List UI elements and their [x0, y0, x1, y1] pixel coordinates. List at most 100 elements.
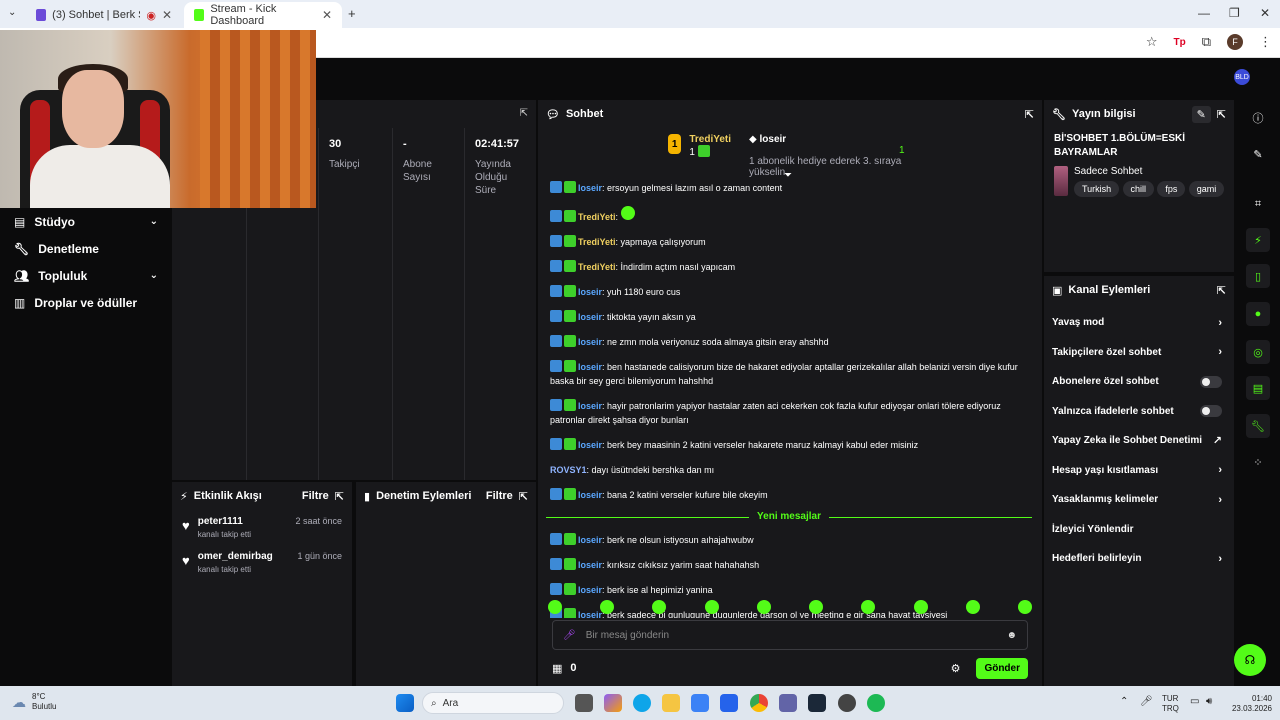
popout-icon[interactable]: ⇱ — [520, 108, 528, 119]
sidebar-item-community[interactable]: 👥︎ Topluluk ⌄ — [0, 262, 172, 289]
chat-username[interactable]: loseir — [578, 490, 602, 500]
sidebar-item-studio[interactable]: ▤ Stüdyo ⌄ — [0, 208, 172, 235]
close-window-icon[interactable]: ✕ — [1260, 6, 1270, 20]
shapes-icon[interactable]: ⁘ — [1246, 450, 1270, 474]
chat-input[interactable]: 🎤︎ Bir mesaj gönderin ☻ — [552, 620, 1028, 650]
send-button[interactable]: Gönder — [976, 657, 1028, 679]
channel-action-item[interactable]: Yavaş mod › — [1044, 308, 1234, 338]
emote-icon[interactable] — [756, 600, 771, 614]
spotify-icon[interactable] — [867, 694, 885, 712]
weather-widget[interactable]: ☁ 8°C Bulutlu — [12, 692, 56, 712]
chrome-icon[interactable] — [750, 694, 768, 712]
volume-icon[interactable]: 🔊︎ — [1206, 696, 1212, 707]
copilot-icon[interactable] — [604, 694, 622, 712]
tab-list-icon[interactable]: ⌄ — [8, 7, 16, 18]
language-indicator[interactable]: TUR TRQ — [1162, 694, 1179, 714]
clock[interactable]: 01:40 23.03.2026 — [1228, 694, 1272, 714]
tag-pill[interactable]: Turkish — [1074, 181, 1120, 197]
store-icon[interactable]: ▦ — [552, 662, 562, 675]
menu-kebab-icon[interactable]: ⋮ — [1259, 34, 1272, 50]
channel-action-item[interactable]: Yasaklanmış kelimeler › — [1044, 485, 1234, 515]
tag-pill[interactable]: gami — [1188, 181, 1224, 197]
chat-username[interactable]: loseir — [578, 312, 602, 322]
broadcast-icon[interactable]: ◎ — [1246, 340, 1270, 364]
chat-username[interactable]: loseir — [578, 287, 602, 297]
mail-icon[interactable] — [720, 694, 738, 712]
obs-icon[interactable] — [838, 694, 856, 712]
file-explorer-icon[interactable] — [662, 694, 680, 712]
category-name[interactable]: Sadece Sohbet — [1074, 166, 1224, 177]
close-tab-icon[interactable]: ✕ — [162, 8, 172, 22]
network-icon[interactable]: ▭ — [1190, 696, 1199, 707]
chat-username[interactable]: TrediYeti — [578, 262, 616, 272]
crop-icon[interactable]: ⌗ — [1246, 192, 1270, 216]
emoji-icon[interactable]: ☻ — [1006, 630, 1017, 641]
tools-icon[interactable]: ▤ — [1246, 376, 1270, 400]
toggle-switch[interactable] — [1200, 405, 1222, 418]
channel-action-item[interactable]: Takipçilere özel sohbet › — [1044, 338, 1234, 368]
popout-icon[interactable]: ⇱ — [1217, 108, 1226, 121]
leader-user[interactable]: loseir — [760, 134, 787, 145]
store-icon[interactable] — [691, 694, 709, 712]
emote-icon[interactable] — [652, 600, 667, 614]
channel-action-item[interactable]: İzleyici Yönlendir — [1044, 515, 1234, 545]
microphone-icon[interactable]: 🎤︎ — [1140, 696, 1153, 707]
activity-user[interactable]: omer_demirbag — [198, 551, 273, 562]
task-view-icon[interactable] — [575, 694, 593, 712]
microphone-icon[interactable]: 🎤︎ — [563, 630, 576, 641]
filter-button[interactable]: Filtre — [302, 490, 329, 502]
document-icon[interactable]: ▯ — [1246, 264, 1270, 288]
channel-action-item[interactable]: Yalnızca ifadelerle sohbet — [1044, 397, 1234, 427]
channel-action-item[interactable]: Yapay Zeka ile Sohbet Denetimi ↗ — [1044, 426, 1234, 456]
chat-username[interactable]: loseir — [578, 337, 602, 347]
popout-icon[interactable]: ⇱ — [519, 490, 528, 503]
category-thumbnail[interactable] — [1054, 166, 1068, 196]
extensions-icon[interactable]: ⧉ — [1202, 34, 1211, 50]
edge-icon[interactable] — [633, 694, 651, 712]
chat-username[interactable]: loseir — [578, 535, 602, 545]
emote-icon[interactable] — [548, 600, 562, 614]
maximize-icon[interactable]: ❐ — [1229, 6, 1240, 20]
profile-avatar[interactable]: F — [1227, 34, 1243, 50]
extension-tp-icon[interactable]: Tp — [1173, 37, 1185, 48]
chat-username[interactable]: ROVSY1 — [550, 465, 587, 475]
channel-action-item[interactable]: Abonelere özel sohbet — [1044, 367, 1234, 397]
emote-icon[interactable] — [704, 600, 719, 614]
chat-username[interactable]: loseir — [578, 183, 602, 193]
emote-icon[interactable] — [965, 600, 980, 614]
sidebar-item-moderation[interactable]: 🔧︎ Denetleme — [0, 235, 172, 262]
info-icon[interactable]: ⓘ — [1246, 106, 1270, 130]
support-headset-icon[interactable]: ☊ — [1234, 644, 1266, 676]
channel-action-item[interactable]: Hedefleri belirleyin › — [1044, 544, 1234, 574]
chat-username[interactable]: TrediYeti — [578, 237, 616, 247]
tab-kick-chat[interactable]: (3) Sohbet | Berk Sezer, era... ◉ ✕ — [26, 2, 182, 28]
emote-icon[interactable] — [861, 600, 876, 614]
teams-icon[interactable] — [779, 694, 797, 712]
minimize-icon[interactable]: — — [1198, 6, 1210, 20]
chat-bubble-icon[interactable]: ● — [1246, 302, 1270, 326]
close-tab-icon[interactable]: ✕ — [322, 8, 332, 22]
emote-icon[interactable] — [913, 600, 928, 614]
activity-user[interactable]: peter1111 — [198, 516, 251, 527]
edit-pencil-icon[interactable]: ✎ — [1191, 105, 1211, 123]
user-avatar[interactable]: BLD — [1234, 69, 1250, 85]
popout-icon[interactable]: ⇱ — [1025, 108, 1034, 121]
settings-gear-icon[interactable]: ⚙ — [951, 662, 961, 675]
tag-pill[interactable]: fps — [1157, 181, 1186, 197]
leader-user[interactable]: TrediYeti — [689, 134, 731, 145]
windows-start-icon[interactable] — [396, 694, 414, 712]
toggle-switch[interactable] — [1200, 375, 1222, 388]
chat-username[interactable]: loseir — [578, 560, 602, 570]
popout-icon[interactable]: ⇱ — [335, 490, 344, 503]
emote-icon[interactable] — [809, 600, 824, 614]
emote-icon[interactable] — [1017, 600, 1032, 614]
taskbar-search[interactable]: ⌕ Ara — [422, 692, 564, 714]
pencil-icon[interactable]: ✎ — [1246, 142, 1270, 166]
bolt-icon[interactable]: ⚡︎ — [1246, 228, 1270, 252]
wrench-icon[interactable]: 🔧︎ — [1246, 414, 1270, 438]
tray-chevron-icon[interactable]: ⌃ — [1120, 696, 1128, 707]
emote-icon[interactable] — [600, 600, 615, 614]
tag-pill[interactable]: chill — [1122, 181, 1155, 197]
chat-username[interactable]: TrediYeti — [578, 212, 616, 222]
sidebar-item-drops[interactable]: ▥ Droplar ve ödüller — [0, 289, 172, 316]
